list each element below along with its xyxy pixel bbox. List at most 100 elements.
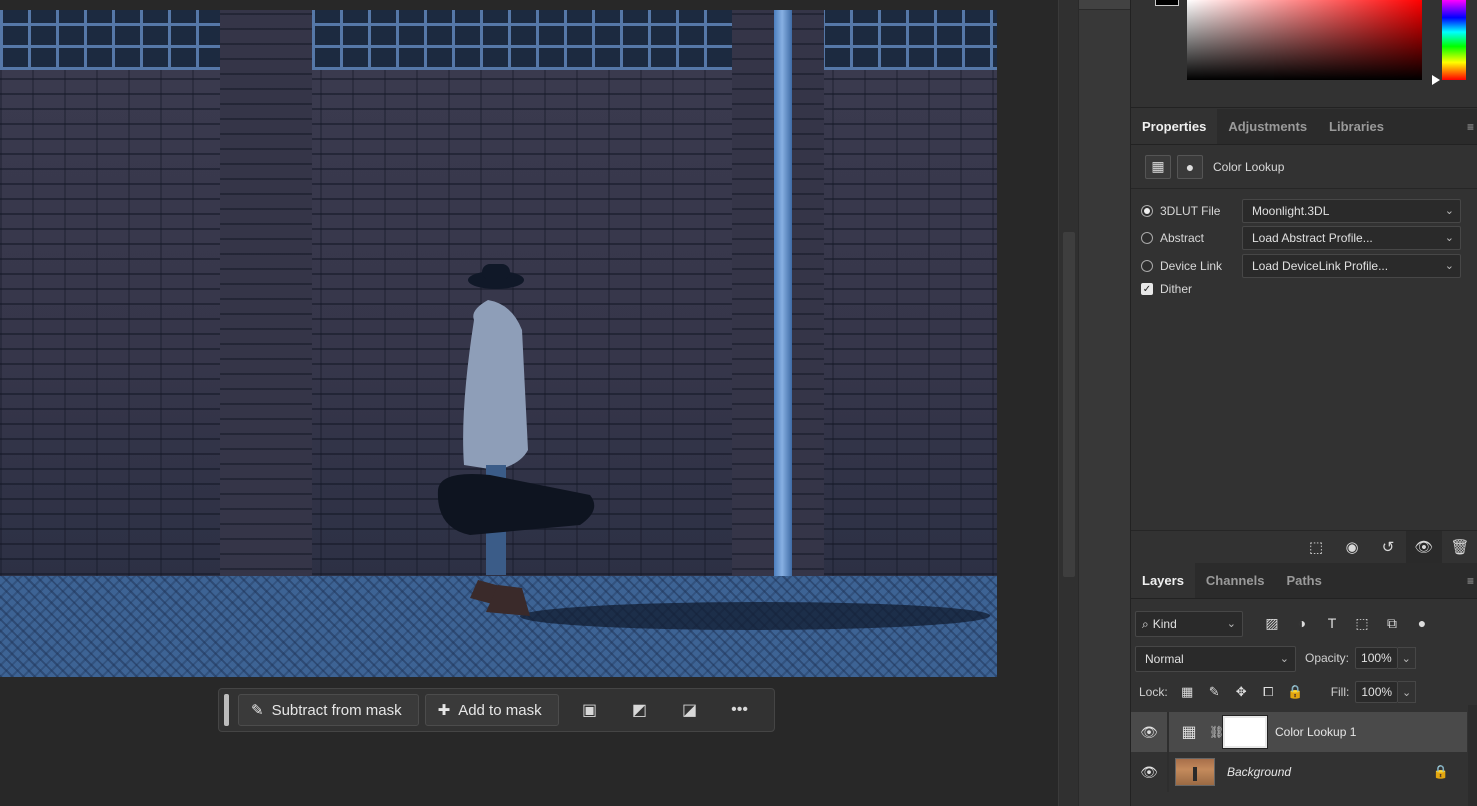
add-to-mask-button[interactable]: ✚ Add to mask [424, 694, 559, 726]
document-canvas-area[interactable]: ✎ Subtract from mask ✚ Add to mask ▣ ◩ ◪… [0, 0, 1058, 806]
shape-filter-icon[interactable]: ⬚ [1347, 611, 1377, 635]
layers-tab-bar: Layers Channels Paths ≡ [1131, 563, 1477, 599]
eye-icon[interactable]: 👁 [1131, 764, 1167, 781]
blend-mode-dropdown[interactable]: Normal ⌄ [1135, 646, 1296, 672]
properties-title: Color Lookup [1213, 159, 1285, 174]
layer-mask-icon[interactable]: ● [1177, 154, 1203, 179]
subtract-from-mask-label: Subtract from mask [271, 701, 402, 719]
adjustment-filter-icon[interactable]: ◑ [1287, 611, 1317, 635]
abstract-radio[interactable] [1141, 232, 1153, 244]
lock-transparent-icon[interactable]: ▦ [1174, 681, 1201, 703]
opacity-dropdown-icon[interactable]: ⌄ [1397, 647, 1416, 669]
lock-paint-icon[interactable]: ✎ [1201, 681, 1228, 703]
dither-label: Dither [1160, 282, 1193, 296]
subtract-from-mask-button[interactable]: ✎ Subtract from mask [238, 694, 419, 726]
link-icon[interactable]: ⛓ [1209, 725, 1224, 739]
tab-libraries[interactable]: Libraries [1318, 109, 1395, 144]
chevron-down-icon: ⌄ [1444, 232, 1454, 244]
lut-file-dropdown[interactable]: Moonlight.3DL ⌄ [1242, 199, 1461, 223]
layer-filter-icons: ▨ ◑ T ⬚ ⧉ ● [1257, 611, 1437, 635]
mask-options-icon: ▣ [582, 702, 598, 719]
lock-artboard-icon[interactable]: ⧠ [1255, 681, 1282, 703]
tab-layers[interactable]: Layers [1131, 563, 1195, 598]
layers-scrollbar[interactable] [1468, 705, 1477, 806]
opacity-label: Opacity: [1305, 651, 1350, 665]
layer-thumbnail [1175, 758, 1215, 786]
chevron-down-icon: ⌄ [1444, 205, 1454, 217]
brush-minus-icon: ✎ [251, 702, 264, 719]
type-filter-icon[interactable]: T [1317, 611, 1347, 635]
trash-icon: 🗑 [1450, 538, 1470, 556]
layer-row-color-lookup[interactable]: 👁 ▦ ⛓ Color Lookup 1 [1131, 712, 1467, 752]
lock-position-icon[interactable]: ✥ [1228, 681, 1255, 703]
foreground-color-swatch[interactable] [1155, 0, 1179, 6]
building-window [822, 10, 997, 70]
abstract-value: Load Abstract Profile... [1252, 231, 1373, 245]
building-window [312, 10, 732, 70]
hue-slider-arrow[interactable] [1432, 75, 1440, 85]
fill-label: Fill: [1330, 685, 1350, 699]
view-previous-state-button[interactable]: ◉ [1334, 531, 1370, 563]
abstract-dropdown[interactable]: Load Abstract Profile... ⌄ [1242, 226, 1461, 250]
layer-mask-thumbnail[interactable] [1222, 715, 1268, 749]
canvas-vertical-scrollbar[interactable] [1058, 0, 1078, 806]
color-lookup-adjustment-icon: ▦ [1181, 724, 1197, 741]
mask-visibility-button[interactable]: ◪ [665, 694, 715, 726]
brick-pillar [220, 10, 312, 600]
clip-to-layer-icon: ⬚ [1308, 538, 1324, 556]
lut-file-row: 3DLUT File Moonlight.3DL ⌄ [1141, 198, 1471, 224]
opacity-input[interactable]: 100% [1355, 647, 1398, 669]
properties-footer: ⬚ ◉ ↺ 👁 🗑 [1131, 530, 1477, 563]
add-to-mask-label: Add to mask [458, 701, 542, 719]
panel-menu-icon[interactable]: ≡ [1467, 563, 1477, 598]
color-saturation-field[interactable] [1187, 0, 1422, 80]
panel-menu-icon[interactable]: ≡ [1467, 109, 1477, 144]
device-link-radio[interactable] [1141, 260, 1153, 272]
search-icon: ⌕ [1142, 616, 1149, 631]
reset-icon: ↺ [1381, 538, 1395, 556]
tab-properties[interactable]: Properties [1131, 109, 1218, 144]
mask-options-button[interactable]: ▣ [565, 694, 615, 726]
delete-adjustment-button[interactable]: 🗑 [1442, 531, 1477, 563]
lock-all-icon[interactable]: 🔒 [1282, 681, 1309, 703]
abstract-label: Abstract [1160, 231, 1205, 245]
drain-pipe [774, 10, 792, 590]
lut-file-value: Moonlight.3DL [1252, 204, 1330, 218]
reset-adjustment-button[interactable]: ↺ [1370, 531, 1406, 563]
smart-object-filter-icon[interactable]: ⧉ [1377, 611, 1407, 635]
eye-icon[interactable]: 👁 [1131, 724, 1167, 741]
view-previous-icon: ◉ [1345, 538, 1359, 556]
filter-kind-label: Kind [1152, 617, 1177, 631]
tab-adjustments[interactable]: Adjustments [1217, 109, 1318, 144]
clip-to-layer-button[interactable]: ⬚ [1298, 531, 1334, 563]
taskbar-drag-handle[interactable] [224, 694, 229, 726]
fill-dropdown-icon[interactable]: ⌄ [1398, 681, 1417, 703]
more-icon: ••• [731, 701, 748, 718]
layer-row-background[interactable]: 👁 Background 🔒 [1131, 752, 1467, 792]
tab-paths[interactable]: Paths [1275, 563, 1332, 598]
dither-checkbox[interactable]: ✓ [1141, 283, 1153, 295]
lock-icon: 🔒 [1432, 764, 1449, 779]
hue-slider[interactable] [1442, 0, 1466, 80]
fill-input[interactable]: 100% [1355, 681, 1399, 703]
toggle-visibility-button[interactable]: 👁 [1406, 530, 1442, 563]
eye-icon: 👁 [1414, 538, 1434, 556]
properties-header: ▦ ● Color Lookup [1131, 145, 1477, 189]
layer-name: Background [1227, 765, 1292, 779]
blend-mode-value: Normal [1145, 652, 1184, 666]
more-options-button[interactable]: ••• [715, 694, 765, 726]
brush-plus-icon: ✚ [437, 702, 451, 719]
layer-name: Color Lookup 1 [1275, 725, 1357, 739]
scrollbar-thumb[interactable] [1063, 232, 1075, 577]
device-link-dropdown[interactable]: Load DeviceLink Profile... ⌄ [1242, 254, 1461, 278]
panel-dock-gutter [1078, 0, 1131, 806]
layer-filter-dropdown[interactable]: ⌕ Kind ⌄ [1135, 611, 1243, 637]
tab-channels[interactable]: Channels [1195, 563, 1276, 598]
invert-mask-button[interactable]: ◩ [615, 694, 665, 726]
lut-file-radio[interactable] [1141, 205, 1153, 217]
adjustment-grid-icon[interactable]: ▦ [1145, 154, 1171, 179]
lock-label: Lock: [1139, 685, 1168, 699]
image-filter-icon[interactable]: ▨ [1257, 611, 1287, 635]
filter-toggle-icon[interactable]: ● [1407, 611, 1437, 635]
document-image[interactable] [0, 10, 997, 677]
